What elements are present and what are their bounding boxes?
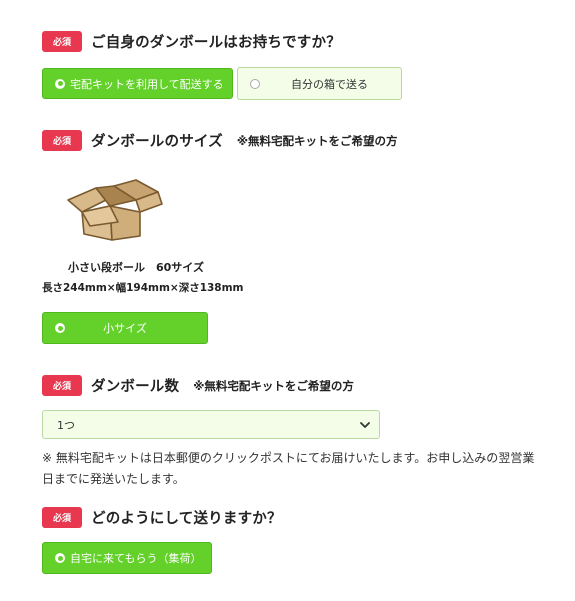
radio-selected-icon (55, 553, 65, 563)
shipping-notice: ※ 無料宅配キットは日本郵便のクリックポストにてお届けいたします。お申し込みの翌… (42, 451, 535, 486)
box-name: 小さい段ボール 60サイズ (68, 261, 204, 274)
option-label: 小サイズ (103, 322, 147, 335)
option-label: 自分の箱で送る (291, 77, 368, 91)
box-dimensions: 長さ244mm×幅194mm×深さ138mm (42, 282, 244, 294)
select-value: 1つ (57, 418, 75, 432)
q1-title: ご自身のダンボールはお持ちですか？ (91, 35, 341, 51)
q2-note: ※無料宅配キットをご希望の方 (236, 133, 398, 148)
option-label: 自宅に来てもらう（集荷） (70, 552, 202, 565)
q3-title: ダンボール数 (91, 379, 180, 395)
option-small-size[interactable]: 小サイズ (42, 312, 208, 344)
box-count-select[interactable]: 1つ (42, 410, 380, 439)
option-own-box[interactable]: 自分の箱で送る (237, 67, 402, 100)
q3-note: ※無料宅配キットをご希望の方 (193, 378, 354, 393)
required-badge: 必須 (42, 31, 82, 52)
required-badge: 必須 (42, 375, 82, 396)
q2-heading: 必須 ダンボールのサイズ ※無料宅配キットをご希望の方 (42, 130, 398, 151)
q1-heading: 必須 ご自身のダンボールはお持ちですか？ (42, 31, 341, 52)
q2-title: ダンボールのサイズ (91, 134, 223, 150)
option-home-pickup[interactable]: 自宅に来てもらう（集荷） (42, 542, 212, 574)
q4-heading: 必須 どのようにして送りますか？ (42, 507, 282, 528)
option-label: 宅配キットを利用して配送する (70, 77, 224, 91)
q4-title: どのようにして送りますか？ (91, 511, 282, 527)
radio-selected-icon (55, 78, 65, 89)
option-use-delivery-kit[interactable]: 宅配キットを利用して配送する (42, 68, 233, 99)
required-badge: 必須 (42, 507, 82, 528)
cardboard-box-icon (67, 179, 163, 241)
chevron-down-icon (360, 422, 370, 428)
required-badge: 必須 (42, 130, 82, 151)
q3-heading: 必須 ダンボール数 ※無料宅配キットをご希望の方 (42, 375, 354, 396)
